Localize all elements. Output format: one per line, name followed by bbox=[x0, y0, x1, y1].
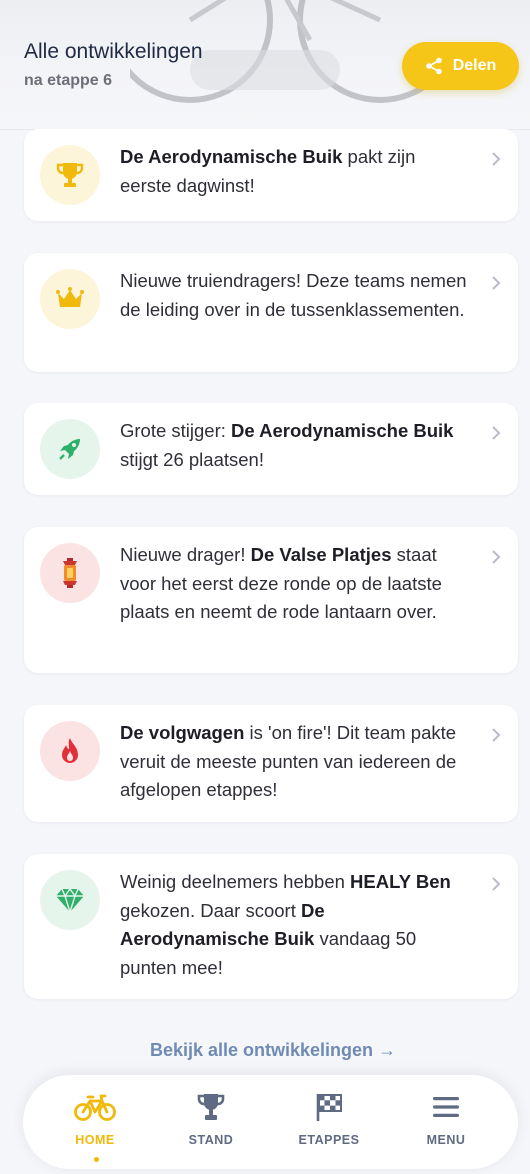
nav-item-menu[interactable]: MENU bbox=[396, 1089, 496, 1159]
nav-label: HOME bbox=[75, 1133, 115, 1147]
share-icon bbox=[425, 57, 442, 75]
diamond-badge bbox=[40, 870, 100, 930]
text-segment: stijgt 26 plaatsen! bbox=[120, 448, 264, 470]
rocket-icon bbox=[59, 439, 80, 460]
development-card[interactable]: Nieuwe truiendragers! Deze teams nemen d… bbox=[24, 253, 518, 372]
text-segment: gekozen. Daar scoort bbox=[120, 899, 301, 921]
bold-text: HEALY Ben bbox=[350, 871, 451, 892]
chevron-right-icon bbox=[492, 877, 501, 891]
bottom-navigation: HOME STAND ETAPPES MENU bbox=[23, 1075, 518, 1169]
bold-text: De Aerodynamische Buik bbox=[120, 146, 343, 167]
development-card[interactable]: Nieuwe drager! De Valse Platjes staat vo… bbox=[24, 527, 518, 673]
share-button[interactable]: Delen bbox=[402, 42, 519, 90]
nav-label: MENU bbox=[426, 1133, 466, 1147]
development-card[interactable]: Weinig deelnemers hebben HEALY Ben gekoz… bbox=[24, 854, 518, 999]
text-segment: Grote stijger: bbox=[120, 420, 232, 441]
development-text: De Aerodynamische Buik pakt zijn eerste … bbox=[120, 143, 470, 200]
page-subtitle: na etappe 6 bbox=[24, 72, 113, 89]
share-button-label: Delen bbox=[452, 57, 497, 74]
diamond-icon bbox=[56, 887, 84, 914]
development-text: Nieuwe drager! De Valse Platjes staat vo… bbox=[120, 541, 470, 627]
development-card[interactable]: Grote stijger: De Aerodynamische Buik st… bbox=[24, 403, 518, 495]
lantern-badge bbox=[40, 543, 100, 603]
text-segment: Nieuwe drager! bbox=[120, 544, 251, 565]
active-indicator-dot bbox=[94, 1157, 99, 1162]
trophy-icon bbox=[197, 1094, 225, 1120]
checkered-flag-icon bbox=[316, 1094, 342, 1121]
trophy-icon bbox=[56, 163, 84, 187]
fire-icon bbox=[62, 738, 78, 763]
lantern-icon bbox=[63, 558, 77, 588]
development-card[interactable]: De Aerodynamische Buik pakt zijn eerste … bbox=[24, 129, 518, 221]
page-header: Alle ontwikkelingen na etappe 6 Delen bbox=[0, 0, 530, 130]
development-text: Nieuwe truiendragers! Deze teams nemen d… bbox=[120, 267, 470, 324]
development-text: Weinig deelnemers hebben HEALY Ben gekoz… bbox=[120, 868, 470, 982]
crown-badge bbox=[40, 269, 100, 329]
nav-item-home[interactable]: HOME bbox=[45, 1089, 145, 1159]
page-title: Alle ontwikkelingen bbox=[24, 40, 203, 63]
text-segment: Nieuwe truiendragers! Deze teams nemen d… bbox=[120, 270, 467, 320]
chevron-right-icon bbox=[492, 152, 501, 166]
bicycle-icon bbox=[74, 1094, 116, 1121]
bold-text: De Valse Platjes bbox=[250, 544, 392, 565]
development-text: Grote stijger: De Aerodynamische Buik st… bbox=[120, 417, 470, 474]
nav-item-etappes[interactable]: ETAPPES bbox=[279, 1089, 379, 1159]
view-all-developments-link[interactable]: Bekijk alle ontwikkelingen → bbox=[0, 1040, 530, 1061]
chevron-right-icon bbox=[492, 550, 501, 564]
chevron-right-icon bbox=[492, 276, 501, 290]
bold-text: De Aerodynamische Buik bbox=[231, 420, 454, 441]
nav-item-stand[interactable]: STAND bbox=[161, 1089, 261, 1159]
text-segment: Weinig deelnemers hebben bbox=[120, 871, 351, 892]
hamburger-menu-icon bbox=[433, 1097, 459, 1117]
crown-icon bbox=[56, 287, 84, 307]
chevron-right-icon bbox=[492, 426, 501, 440]
rocket-badge bbox=[40, 419, 100, 479]
bold-text: De volgwagen bbox=[120, 722, 245, 743]
trophy-badge bbox=[40, 145, 100, 205]
chevron-right-icon bbox=[492, 728, 501, 742]
development-card[interactable]: De volgwagen is 'on fire'! Dit team pakt… bbox=[24, 705, 518, 822]
nav-label: ETAPPES bbox=[298, 1133, 360, 1147]
nav-label: STAND bbox=[188, 1133, 234, 1147]
development-text: De volgwagen is 'on fire'! Dit team pakt… bbox=[120, 719, 470, 805]
fire-badge bbox=[40, 721, 100, 781]
